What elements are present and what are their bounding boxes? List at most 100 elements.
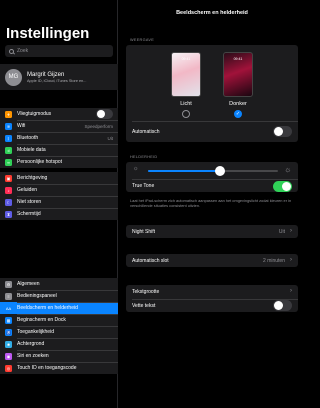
avatar: MG (5, 68, 22, 86)
auto-lock-label: Automatisch slot (132, 257, 169, 264)
search-icon (9, 48, 14, 54)
profile-subtitle: Apple ID, iCloud, iTunes Store en... (27, 78, 87, 83)
automatic-row: Automatisch (132, 126, 292, 138)
sidebar-item[interactable]: ≡ Bedieningspaneel (0, 290, 118, 302)
sidebar-item-value: Speedperform (84, 123, 113, 129)
sidebar: Instellingen Zoek MG Margrit Gijzen Appl… (0, 0, 118, 408)
appearance-card: 09:41 09:41 Licht Donker ✓ Automatisch (126, 45, 298, 142)
sidebar-item-label: Vliegtuigmodus (17, 111, 52, 117)
text-size-row[interactable]: Tekstgrootte (132, 285, 292, 298)
sidebar-item[interactable]: AA Beeldscherm en helderheid (0, 302, 118, 314)
brightness-slider[interactable] (148, 166, 278, 176)
sidebar-item[interactable]: ≋ Wifi Speedperform (0, 120, 118, 132)
brightness-card: ☼ ☼ True Tone (126, 162, 298, 192)
sidebar-item-label: Algemeen (17, 281, 40, 287)
profile-name: Margrit Gijzen (27, 71, 65, 78)
sidebar-item[interactable]: ▦ Beginscherm en Dock (0, 314, 118, 326)
home-screen-icon: ▦ (5, 316, 12, 324)
profile-row[interactable]: MG Margrit Gijzen Apple ID, iCloud, iTun… (0, 64, 118, 90)
sidebar-item[interactable]: ıl Mobiele data (0, 144, 118, 156)
sidebar-item[interactable]: ᛒ Bluetooth Uit (0, 132, 118, 144)
brightness-header: HELDERHEID (130, 155, 158, 159)
chevron-right-icon: › (290, 288, 292, 294)
chevron-right-icon: › (290, 228, 292, 234)
bluetooth-icon: ᛒ (5, 134, 12, 142)
wifi-icon: ≋ (5, 122, 12, 130)
settings-screen: Instellingen Zoek MG Margrit Gijzen Appl… (0, 0, 306, 408)
sidebar-item[interactable]: ✈ Vliegtuigmodus (0, 108, 118, 120)
true-tone-row: True Tone (132, 181, 292, 191)
dark-preview[interactable]: 09:41 (223, 52, 253, 97)
true-tone-note: Laat het iPad-scherm zich automatisch aa… (130, 198, 292, 208)
chevron-right-icon: › (290, 257, 292, 263)
detail-pane: Beeldscherm en helderheid WEERGAVE 09:41… (118, 0, 306, 408)
sidebar-item-value: Uit (107, 135, 114, 141)
checkmark-icon: ✓ (235, 111, 241, 117)
sidebar-item-label: Beginscherm en Dock (17, 317, 66, 323)
wallpaper-icon: ❀ (5, 340, 12, 348)
sidebar-item-label: Beeldscherm en helderheid (17, 305, 78, 311)
appearance-header: WEERGAVE (130, 38, 155, 42)
sidebar-item[interactable]: ⚙ Algemeen (0, 278, 118, 290)
dark-label: Donker (229, 101, 247, 107)
bold-text-toggle[interactable] (273, 300, 292, 311)
sidebar-item[interactable]: ⧗ Schermtijd (0, 208, 118, 220)
sidebar-item-label: Wifi (17, 123, 26, 129)
sidebar-group-general: ⚙ Algemeen ≡ Bedieningspaneel AA Beeldscherm … (0, 278, 118, 374)
sidebar-item-label: Schermtijd (17, 211, 41, 217)
divider (132, 121, 298, 122)
dark-preview-time: 09:41 (233, 57, 243, 61)
true-tone-toggle[interactable] (273, 181, 292, 192)
sun-large-icon: ☼ (284, 165, 292, 174)
light-label: Licht (180, 101, 192, 107)
sidebar-item[interactable]: ∞ Persoonlijke hotspot (0, 156, 118, 168)
brightness-slider-thumb[interactable] (214, 166, 225, 176)
light-radio[interactable] (182, 110, 190, 118)
airplane-icon: ✈ (5, 110, 12, 118)
sidebar-item-label: Geluiden (17, 187, 38, 193)
display-icon: AA (5, 304, 12, 312)
bold-text-row: Vette tekst (132, 299, 292, 312)
night-shift-label: Night Shift (132, 228, 156, 235)
light-preview[interactable]: 09:41 (171, 52, 201, 97)
notifications-icon: ▣ (5, 174, 12, 182)
automatic-label: Automatisch (132, 129, 160, 135)
sidebar-item-label: Berichtgeving (17, 175, 48, 181)
sidebar-item[interactable]: ▣ Berichtgeving (0, 172, 118, 184)
sidebar-item[interactable]: ♿ Toegankelijkheid (0, 326, 118, 338)
light-preview-time: 09:41 (181, 57, 191, 61)
accessibility-icon: ♿ (5, 328, 12, 336)
bold-text-label: Vette tekst (132, 302, 156, 309)
text-card: Tekstgrootte › Vette tekst (126, 285, 298, 312)
gear-icon: ⚙ (5, 280, 12, 288)
moon-icon: ☾ (5, 198, 12, 206)
sidebar-item[interactable]: ❀ Achtergrond (0, 338, 118, 350)
sidebar-group-connectivity: ✈ Vliegtuigmodus ≋ Wifi Speedperform ᛒ Bluetoo… (0, 108, 118, 168)
hotspot-icon: ∞ (5, 158, 12, 166)
sidebar-title: Instellingen (6, 25, 90, 42)
sidebar-item[interactable]: ☾ Niet storen (0, 196, 118, 208)
search-placeholder: Zoek (17, 48, 29, 54)
sidebar-item-label: Touch ID en toegangscode (17, 365, 77, 371)
dark-radio[interactable]: ✓ (234, 110, 242, 118)
search-field[interactable]: Zoek (5, 45, 113, 57)
page-title: Beeldscherm en helderheid (176, 10, 248, 16)
night-shift-row[interactable]: Night Shift Uit › (126, 225, 298, 238)
sidebar-item-label: Niet storen (17, 199, 42, 205)
sidebar-item[interactable]: ◎ Touch ID en toegangscode (0, 362, 118, 374)
sidebar-item[interactable]: ◉ Siri en zoeken (0, 350, 118, 362)
cellular-icon: ıl (5, 146, 12, 154)
text-size-label: Tekstgrootte (132, 288, 160, 295)
sidebar-item-label: Persoonlijke hotspot (17, 159, 63, 165)
night-shift-value: Uit (278, 229, 285, 235)
hourglass-icon: ⧗ (5, 210, 12, 218)
true-tone-label: True Tone (132, 183, 155, 189)
auto-lock-row[interactable]: Automatisch slot 2 minuten › (126, 254, 298, 267)
auto-lock-value: 2 minuten (263, 258, 285, 264)
airplane-mode-toggle[interactable] (96, 109, 113, 119)
sidebar-group-notifications: ▣ Berichtgeving ♪ Geluiden ☾ Niet storen ⧗ Sche… (0, 172, 118, 220)
divider (132, 179, 298, 180)
sidebar-item[interactable]: ♪ Geluiden (0, 184, 118, 196)
sidebar-item-label: Bluetooth (17, 135, 39, 141)
automatic-toggle[interactable] (273, 126, 292, 137)
